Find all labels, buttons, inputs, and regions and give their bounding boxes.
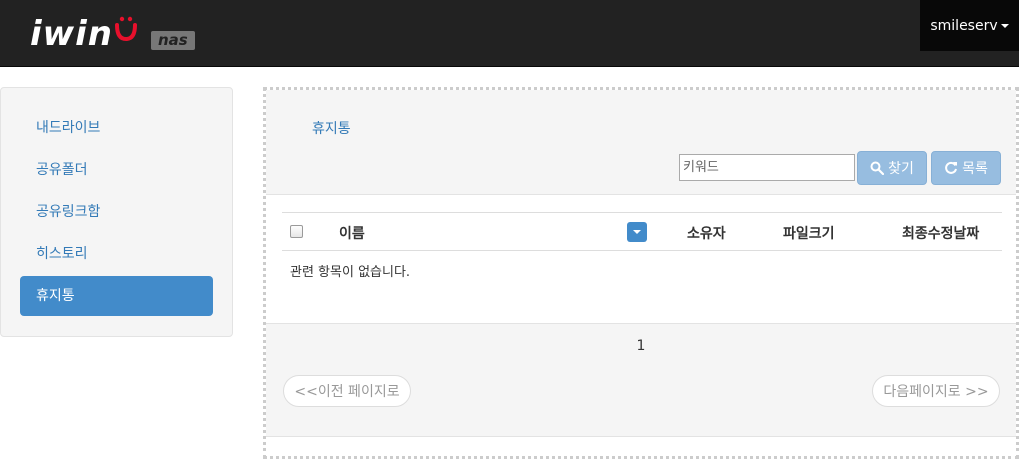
column-header-owner[interactable]: 소유자 — [687, 223, 726, 243]
file-table: 이름 소유자 파일크기 최종수정날짜 관련 항목이 없습니다. — [282, 212, 1002, 290]
logo-badge: nas — [150, 30, 195, 50]
sidebar-item-my-drive[interactable]: 내드라이브 — [20, 108, 213, 148]
toolbar-area: 휴지통 찾기 목록 — [266, 90, 1016, 195]
empty-message: 관련 항목이 없습니다. — [290, 265, 411, 280]
sidebar: 내드라이브 공유폴더 공유링크함 히스토리 휴지통 — [0, 87, 233, 337]
pagination-area: 1 <<이전 페이지로 다음페이지로 >> — [266, 323, 1016, 437]
main-panel: 휴지통 찾기 목록 이름 소유자 파일크기 최종수정날짜 — [263, 87, 1019, 459]
select-all-checkbox[interactable] — [290, 225, 303, 238]
search-input[interactable] — [679, 154, 855, 181]
prev-page-button[interactable]: <<이전 페이지로 — [283, 375, 411, 407]
list-button[interactable]: 목록 — [931, 151, 1001, 185]
search-icon — [870, 161, 885, 175]
refresh-icon — [945, 161, 958, 174]
sidebar-item-shared-folder[interactable]: 공유폴더 — [20, 150, 213, 190]
user-name: smileserv — [930, 17, 998, 34]
smile-icon — [114, 15, 137, 45]
find-button[interactable]: 찾기 — [857, 151, 927, 185]
sidebar-item-trash[interactable]: 휴지통 — [20, 276, 213, 316]
page-number[interactable]: 1 — [266, 338, 1016, 354]
find-button-label: 찾기 — [888, 161, 914, 177]
breadcrumb[interactable]: 휴지통 — [312, 118, 351, 138]
user-menu-dropdown[interactable]: smileserv — [920, 0, 1019, 51]
sidebar-item-shared-links[interactable]: 공유링크함 — [20, 192, 213, 232]
caret-down-icon — [1000, 23, 1009, 28]
logo-text: iwin — [30, 14, 113, 54]
top-navbar: iwin nas smileserv — [0, 0, 1019, 67]
logo[interactable]: iwin nas — [30, 14, 195, 54]
list-button-label: 목록 — [962, 161, 988, 177]
next-page-button[interactable]: 다음페이지로 >> — [872, 375, 1000, 407]
sort-dropdown-button[interactable] — [627, 222, 647, 242]
column-header-modified[interactable]: 최종수정날짜 — [902, 223, 979, 243]
sidebar-item-history[interactable]: 히스토리 — [20, 234, 213, 274]
column-header-name[interactable]: 이름 — [339, 223, 365, 243]
caret-down-icon — [633, 230, 641, 234]
table-header: 이름 소유자 파일크기 최종수정날짜 — [282, 212, 1002, 251]
column-header-size[interactable]: 파일크기 — [783, 223, 835, 243]
